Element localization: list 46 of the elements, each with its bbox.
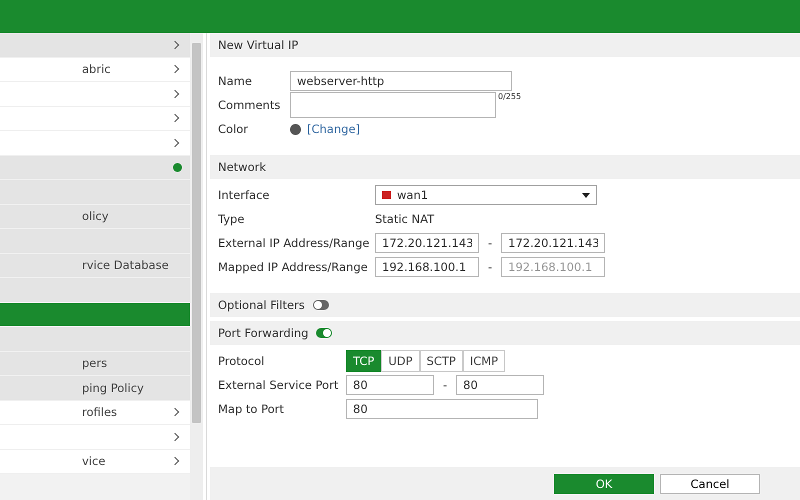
sidebar-item[interactable]: rofiles <box>0 400 190 425</box>
port-field[interactable]: 80 <box>346 375 434 395</box>
name-field[interactable]: webserver-http <box>290 71 512 91</box>
range-separator: - <box>487 260 494 274</box>
ok-button[interactable]: OK <box>554 474 654 494</box>
field-label: Name <box>218 74 253 88</box>
sidebar-item[interactable]: pers <box>0 352 190 376</box>
protocol-tab[interactable]: UDP <box>381 350 420 372</box>
status-dot-icon <box>173 162 182 172</box>
ip-field[interactable]: 192.168.100.1 <box>375 257 479 277</box>
field-label: Map to Port <box>218 402 285 416</box>
protocol-tab[interactable]: SCTP <box>420 350 463 372</box>
character-counter: 0/255 <box>498 92 522 101</box>
field-label: Protocol <box>218 354 266 368</box>
comments-field[interactable] <box>290 92 496 118</box>
section-title: New Virtual IP <box>218 38 298 52</box>
interface-dropdown[interactable]: wan1 <box>375 185 597 205</box>
field-label: Comments <box>218 98 282 112</box>
toggle-switch[interactable] <box>316 328 332 338</box>
scrollbar[interactable] <box>190 33 203 500</box>
field-label: External Service Port <box>218 378 340 392</box>
field-label: Interface <box>218 188 270 202</box>
field-label: Color <box>218 122 250 136</box>
range-separator: - <box>487 236 494 250</box>
caret-icon <box>582 192 590 198</box>
section-title: Optional Filters <box>218 298 305 312</box>
sidebar-item[interactable]: olicy <box>0 204 190 229</box>
sidebar-item[interactable]: abric <box>0 58 190 82</box>
toggle-switch[interactable] <box>312 300 329 310</box>
protocol-tab[interactable]: ICMP <box>462 350 506 372</box>
sidebar-item[interactable]: vice <box>0 450 190 474</box>
section-title: Network <box>218 160 266 174</box>
cancel-button[interactable]: Cancel <box>660 474 760 494</box>
sidebar-item[interactable] <box>0 302 190 327</box>
range-separator: - <box>442 378 448 392</box>
port-field[interactable]: 80 <box>346 399 538 419</box>
port-field[interactable]: 80 <box>456 375 544 395</box>
field-label: Mapped IP Address/Range <box>218 260 369 274</box>
section-title: Port Forwarding <box>218 326 308 340</box>
field-label: Type <box>218 212 246 226</box>
field-label: External IP Address/Range <box>218 236 370 250</box>
sidebar-item[interactable]: ping Policy <box>0 376 190 400</box>
type-value: Static NAT <box>375 212 434 226</box>
change-color-link[interactable]: [Change] <box>307 122 360 136</box>
sidebar-item[interactable]: rvice Database <box>0 254 190 278</box>
protocol-tab[interactable]: TCP <box>346 350 382 372</box>
